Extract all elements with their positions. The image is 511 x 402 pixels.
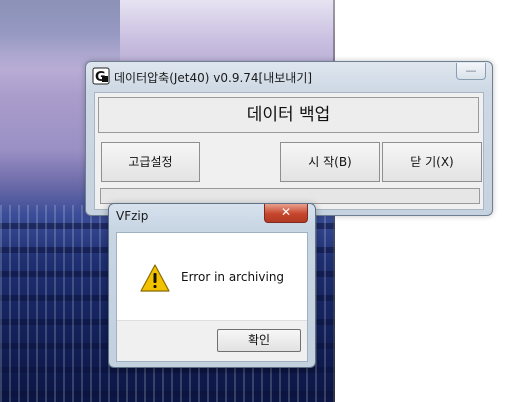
start-button[interactable]: 시 작(B) (280, 142, 380, 182)
dialog-close-button[interactable]: ✕ (264, 204, 308, 223)
minimize-close-button[interactable]: — (456, 63, 486, 80)
window-client-area: 데이터 백업 고급설정 시 작(B) 닫 기(X) (94, 92, 484, 210)
dialog-body: Error in archiving 확인 (116, 232, 308, 362)
window-title: 데이터압축(Jet40) v0.9.74[내보내기] (114, 71, 313, 85)
error-message: Error in archiving (181, 270, 285, 284)
app-logo-icon: G (92, 67, 110, 85)
wallpaper-mist (0, 0, 120, 70)
backup-banner: 데이터 백업 (98, 97, 479, 133)
warning-icon (140, 264, 170, 292)
error-dialog: VFzip ✕ Error in archiving 확인 (108, 203, 316, 368)
dialog-footer: 확인 (117, 320, 307, 361)
dialog-title: VFzip (116, 209, 149, 223)
advanced-settings-button[interactable]: 고급설정 (101, 142, 200, 182)
progress-bar (100, 188, 480, 204)
compression-window: G 데이터압축(Jet40) v0.9.74[내보내기] — 데이터 백업 고급… (85, 61, 493, 216)
ok-button[interactable]: 확인 (217, 329, 301, 352)
close-window-button[interactable]: 닫 기(X) (382, 142, 482, 182)
